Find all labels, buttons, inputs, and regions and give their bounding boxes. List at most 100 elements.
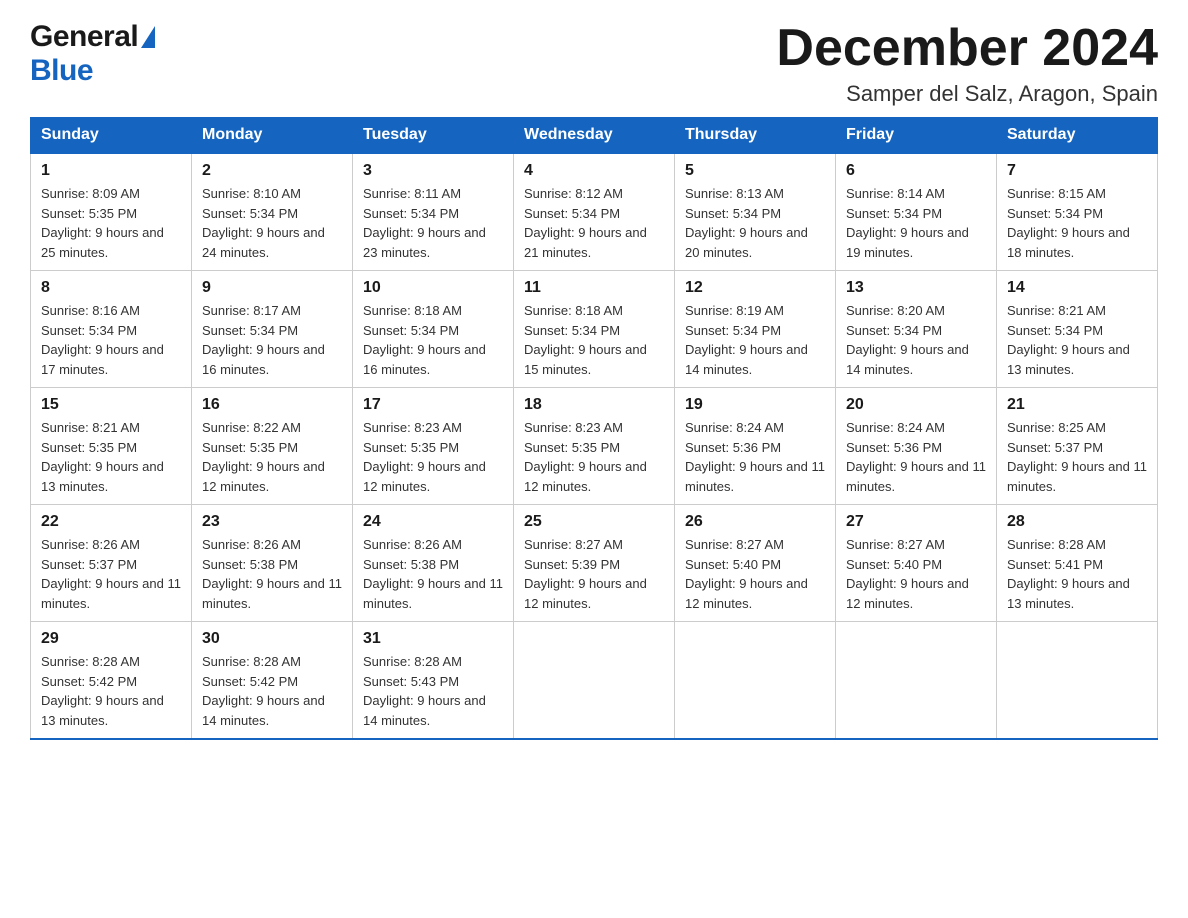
- day-number: 28: [1007, 513, 1147, 531]
- table-row: 26 Sunrise: 8:27 AMSunset: 5:40 PMDaylig…: [675, 505, 836, 622]
- day-info: Sunrise: 8:26 AMSunset: 5:38 PMDaylight:…: [363, 537, 503, 611]
- day-number: 3: [363, 162, 503, 180]
- table-row: 18 Sunrise: 8:23 AMSunset: 5:35 PMDaylig…: [514, 388, 675, 505]
- calendar-header-row: Sunday Monday Tuesday Wednesday Thursday…: [31, 118, 1158, 154]
- table-row: 5 Sunrise: 8:13 AMSunset: 5:34 PMDayligh…: [675, 153, 836, 271]
- table-row: 19 Sunrise: 8:24 AMSunset: 5:36 PMDaylig…: [675, 388, 836, 505]
- header-sunday: Sunday: [31, 118, 192, 154]
- logo-general-text: General: [30, 20, 138, 54]
- table-row: [836, 622, 997, 740]
- day-number: 2: [202, 162, 342, 180]
- calendar-week-row: 1 Sunrise: 8:09 AMSunset: 5:35 PMDayligh…: [31, 153, 1158, 271]
- location-title: Samper del Salz, Aragon, Spain: [776, 81, 1158, 107]
- day-info: Sunrise: 8:28 AMSunset: 5:43 PMDaylight:…: [363, 654, 486, 728]
- day-info: Sunrise: 8:27 AMSunset: 5:39 PMDaylight:…: [524, 537, 647, 611]
- table-row: 4 Sunrise: 8:12 AMSunset: 5:34 PMDayligh…: [514, 153, 675, 271]
- header-monday: Monday: [192, 118, 353, 154]
- table-row: 12 Sunrise: 8:19 AMSunset: 5:34 PMDaylig…: [675, 271, 836, 388]
- header-tuesday: Tuesday: [353, 118, 514, 154]
- logo-blue-text: Blue: [30, 54, 93, 87]
- day-number: 30: [202, 630, 342, 648]
- table-row: 2 Sunrise: 8:10 AMSunset: 5:34 PMDayligh…: [192, 153, 353, 271]
- calendar-table: Sunday Monday Tuesday Wednesday Thursday…: [30, 117, 1158, 740]
- day-info: Sunrise: 8:21 AMSunset: 5:34 PMDaylight:…: [1007, 303, 1130, 377]
- day-number: 8: [41, 279, 181, 297]
- day-number: 31: [363, 630, 503, 648]
- day-number: 23: [202, 513, 342, 531]
- header-friday: Friday: [836, 118, 997, 154]
- day-number: 18: [524, 396, 664, 414]
- day-number: 22: [41, 513, 181, 531]
- table-row: [675, 622, 836, 740]
- table-row: 25 Sunrise: 8:27 AMSunset: 5:39 PMDaylig…: [514, 505, 675, 622]
- day-number: 11: [524, 279, 664, 297]
- day-info: Sunrise: 8:23 AMSunset: 5:35 PMDaylight:…: [524, 420, 647, 494]
- logo-triangle-icon: [141, 26, 155, 48]
- table-row: 30 Sunrise: 8:28 AMSunset: 5:42 PMDaylig…: [192, 622, 353, 740]
- day-number: 27: [846, 513, 986, 531]
- day-number: 19: [685, 396, 825, 414]
- day-number: 29: [41, 630, 181, 648]
- day-info: Sunrise: 8:09 AMSunset: 5:35 PMDaylight:…: [41, 186, 164, 260]
- day-info: Sunrise: 8:25 AMSunset: 5:37 PMDaylight:…: [1007, 420, 1147, 494]
- table-row: 6 Sunrise: 8:14 AMSunset: 5:34 PMDayligh…: [836, 153, 997, 271]
- day-info: Sunrise: 8:17 AMSunset: 5:34 PMDaylight:…: [202, 303, 325, 377]
- day-number: 25: [524, 513, 664, 531]
- table-row: 28 Sunrise: 8:28 AMSunset: 5:41 PMDaylig…: [997, 505, 1158, 622]
- day-info: Sunrise: 8:23 AMSunset: 5:35 PMDaylight:…: [363, 420, 486, 494]
- header: General Blue December 2024 Samper del Sa…: [30, 20, 1158, 107]
- day-number: 14: [1007, 279, 1147, 297]
- day-number: 13: [846, 279, 986, 297]
- day-number: 7: [1007, 162, 1147, 180]
- day-info: Sunrise: 8:13 AMSunset: 5:34 PMDaylight:…: [685, 186, 808, 260]
- day-info: Sunrise: 8:24 AMSunset: 5:36 PMDaylight:…: [685, 420, 825, 494]
- day-number: 4: [524, 162, 664, 180]
- table-row: 7 Sunrise: 8:15 AMSunset: 5:34 PMDayligh…: [997, 153, 1158, 271]
- day-info: Sunrise: 8:28 AMSunset: 5:42 PMDaylight:…: [41, 654, 164, 728]
- day-number: 17: [363, 396, 503, 414]
- day-info: Sunrise: 8:20 AMSunset: 5:34 PMDaylight:…: [846, 303, 969, 377]
- logo: General Blue: [30, 20, 155, 88]
- day-info: Sunrise: 8:11 AMSunset: 5:34 PMDaylight:…: [363, 186, 486, 260]
- day-number: 15: [41, 396, 181, 414]
- day-info: Sunrise: 8:18 AMSunset: 5:34 PMDaylight:…: [524, 303, 647, 377]
- calendar-week-row: 15 Sunrise: 8:21 AMSunset: 5:35 PMDaylig…: [31, 388, 1158, 505]
- title-area: December 2024 Samper del Salz, Aragon, S…: [776, 20, 1158, 107]
- day-info: Sunrise: 8:24 AMSunset: 5:36 PMDaylight:…: [846, 420, 986, 494]
- day-number: 6: [846, 162, 986, 180]
- day-info: Sunrise: 8:12 AMSunset: 5:34 PMDaylight:…: [524, 186, 647, 260]
- day-info: Sunrise: 8:10 AMSunset: 5:34 PMDaylight:…: [202, 186, 325, 260]
- table-row: 15 Sunrise: 8:21 AMSunset: 5:35 PMDaylig…: [31, 388, 192, 505]
- month-title: December 2024: [776, 20, 1158, 77]
- day-number: 9: [202, 279, 342, 297]
- calendar-week-row: 8 Sunrise: 8:16 AMSunset: 5:34 PMDayligh…: [31, 271, 1158, 388]
- day-number: 24: [363, 513, 503, 531]
- day-info: Sunrise: 8:26 AMSunset: 5:38 PMDaylight:…: [202, 537, 342, 611]
- day-info: Sunrise: 8:22 AMSunset: 5:35 PMDaylight:…: [202, 420, 325, 494]
- day-info: Sunrise: 8:27 AMSunset: 5:40 PMDaylight:…: [685, 537, 808, 611]
- table-row: 27 Sunrise: 8:27 AMSunset: 5:40 PMDaylig…: [836, 505, 997, 622]
- table-row: 22 Sunrise: 8:26 AMSunset: 5:37 PMDaylig…: [31, 505, 192, 622]
- day-number: 12: [685, 279, 825, 297]
- calendar-week-row: 22 Sunrise: 8:26 AMSunset: 5:37 PMDaylig…: [31, 505, 1158, 622]
- header-thursday: Thursday: [675, 118, 836, 154]
- day-info: Sunrise: 8:16 AMSunset: 5:34 PMDaylight:…: [41, 303, 164, 377]
- table-row: 13 Sunrise: 8:20 AMSunset: 5:34 PMDaylig…: [836, 271, 997, 388]
- day-info: Sunrise: 8:26 AMSunset: 5:37 PMDaylight:…: [41, 537, 181, 611]
- table-row: 11 Sunrise: 8:18 AMSunset: 5:34 PMDaylig…: [514, 271, 675, 388]
- table-row: 1 Sunrise: 8:09 AMSunset: 5:35 PMDayligh…: [31, 153, 192, 271]
- table-row: 10 Sunrise: 8:18 AMSunset: 5:34 PMDaylig…: [353, 271, 514, 388]
- day-number: 26: [685, 513, 825, 531]
- table-row: 21 Sunrise: 8:25 AMSunset: 5:37 PMDaylig…: [997, 388, 1158, 505]
- day-number: 16: [202, 396, 342, 414]
- table-row: 8 Sunrise: 8:16 AMSunset: 5:34 PMDayligh…: [31, 271, 192, 388]
- table-row: 14 Sunrise: 8:21 AMSunset: 5:34 PMDaylig…: [997, 271, 1158, 388]
- day-info: Sunrise: 8:18 AMSunset: 5:34 PMDaylight:…: [363, 303, 486, 377]
- day-number: 1: [41, 162, 181, 180]
- table-row: 16 Sunrise: 8:22 AMSunset: 5:35 PMDaylig…: [192, 388, 353, 505]
- table-row: 31 Sunrise: 8:28 AMSunset: 5:43 PMDaylig…: [353, 622, 514, 740]
- table-row: 29 Sunrise: 8:28 AMSunset: 5:42 PMDaylig…: [31, 622, 192, 740]
- table-row: [514, 622, 675, 740]
- header-saturday: Saturday: [997, 118, 1158, 154]
- table-row: 20 Sunrise: 8:24 AMSunset: 5:36 PMDaylig…: [836, 388, 997, 505]
